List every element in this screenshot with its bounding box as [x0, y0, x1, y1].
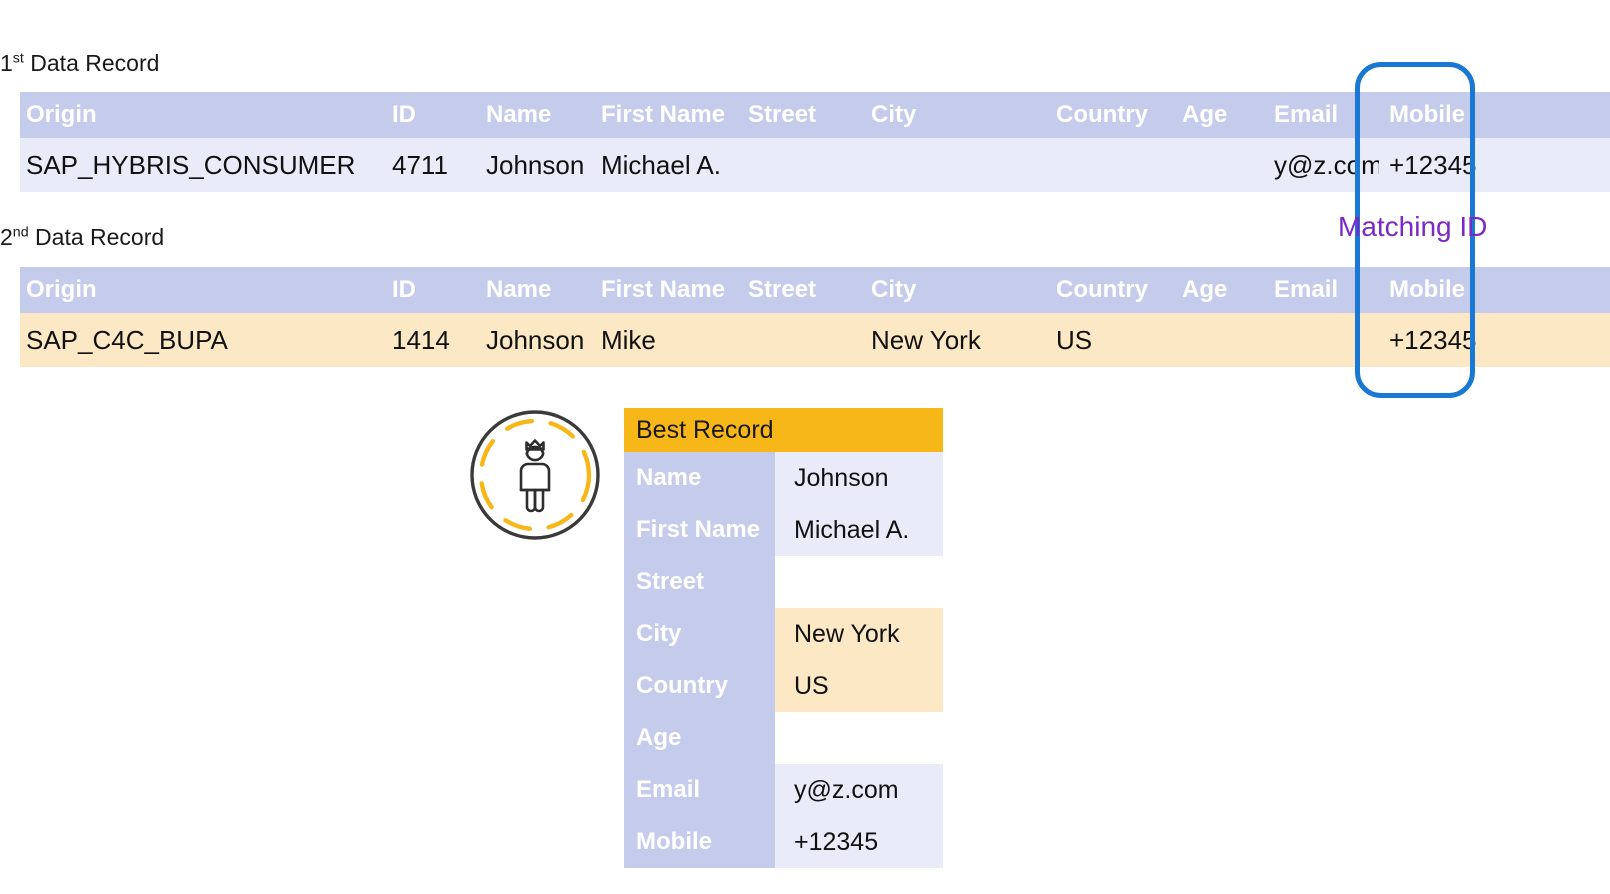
cell-spacer: [1509, 138, 1610, 192]
column-header-country: Country: [1026, 267, 1166, 313]
cell-country: US: [1026, 313, 1166, 367]
best-record-label-age: Age: [624, 712, 775, 764]
column-header-id: ID: [392, 267, 486, 313]
column-header-first-name: First Name: [601, 267, 748, 313]
cell-street: [748, 138, 853, 192]
best-record-title: Best Record: [624, 408, 943, 452]
column-header-country: Country: [1026, 92, 1166, 138]
crowned-person-icon: [468, 408, 602, 542]
column-header-origin: Origin: [20, 92, 392, 138]
best-record-rows: Name Johnson First Name Michael A. Stree…: [624, 452, 943, 868]
best-record-value-name: Johnson: [775, 452, 943, 504]
best-record-value-mobile: +12345: [775, 816, 943, 868]
column-header-street: Street: [748, 267, 853, 313]
column-header-spacer: [1509, 267, 1610, 313]
table-row: SAP_C4C_BUPA 1414 Johnson Mike New York …: [20, 313, 1610, 367]
best-record-label-street: Street: [624, 556, 775, 608]
record-1-caption-ordinal: st: [12, 50, 24, 67]
best-record-label-city: City: [624, 608, 775, 660]
cell-spacer: [1509, 313, 1610, 367]
best-record-label-email: Email: [624, 764, 775, 816]
record-1-table: Origin ID Name First Name Street City Co…: [20, 92, 1610, 192]
record-2-header-row: Origin ID Name First Name Street City Co…: [20, 267, 1610, 313]
best-record-value-first-name: Michael A.: [775, 504, 943, 556]
cell-id: 1414: [392, 313, 486, 367]
cell-id: 4711: [392, 138, 486, 192]
cell-email: y@z.com: [1274, 138, 1379, 192]
record-2-caption-ordinal: nd: [12, 224, 29, 241]
best-record-label-mobile: Mobile: [624, 816, 775, 868]
best-record-value-street: [775, 556, 943, 608]
cell-email: [1274, 313, 1379, 367]
column-header-email: Email: [1274, 92, 1379, 138]
record-1-caption-number: 1: [0, 50, 13, 76]
cell-country: [1026, 138, 1166, 192]
column-header-mobile: Mobile: [1379, 92, 1509, 138]
best-record-label-name: Name: [624, 452, 775, 504]
column-header-mobile: Mobile: [1379, 267, 1509, 313]
column-header-id: ID: [392, 92, 486, 138]
best-record-panel: Best Record Name Johnson First Name Mich…: [624, 408, 943, 868]
best-record-value-city: New York: [775, 608, 943, 660]
best-record-value-email: y@z.com: [775, 764, 943, 816]
cell-first-name: Mike: [601, 313, 748, 367]
record-2-caption-text: Data Record: [28, 224, 165, 250]
column-header-name: Name: [486, 92, 601, 138]
column-header-name: Name: [486, 267, 601, 313]
cell-name: Johnson: [486, 138, 601, 192]
column-header-age: Age: [1166, 92, 1274, 138]
record-1-caption-text: Data Record: [23, 50, 160, 76]
record-2-table: Origin ID Name First Name Street City Co…: [20, 267, 1610, 367]
matching-id-label: Matching ID: [1338, 211, 1488, 242]
cell-age: [1166, 138, 1274, 192]
cell-street: [748, 313, 853, 367]
cell-origin: SAP_C4C_BUPA: [20, 313, 392, 367]
cell-origin: SAP_HYBRIS_CONSUMER: [20, 138, 392, 192]
record-1-caption: 1st Data Record: [0, 50, 160, 76]
column-header-email: Email: [1274, 267, 1379, 313]
cell-city: New York: [853, 313, 1026, 367]
cell-name: Johnson: [486, 313, 601, 367]
column-header-origin: Origin: [20, 267, 392, 313]
record-2-caption: 2nd Data Record: [0, 224, 165, 250]
column-header-first-name: First Name: [601, 92, 748, 138]
table-row: SAP_HYBRIS_CONSUMER 4711 Johnson Michael…: [20, 138, 1610, 192]
cell-age: [1166, 313, 1274, 367]
cell-mobile: +12345: [1379, 313, 1509, 367]
column-header-spacer: [1509, 92, 1610, 138]
record-1-header-row: Origin ID Name First Name Street City Co…: [20, 92, 1610, 138]
best-record-label-country: Country: [624, 660, 775, 712]
best-record-label-first-name: First Name: [624, 504, 775, 556]
column-header-city: City: [853, 267, 1026, 313]
best-record-value-country: US: [775, 660, 943, 712]
column-header-street: Street: [748, 92, 853, 138]
cell-mobile: +12345: [1379, 138, 1509, 192]
record-2-caption-number: 2: [0, 224, 13, 250]
best-record-value-age: [775, 712, 943, 764]
column-header-city: City: [853, 92, 1026, 138]
cell-first-name: Michael A.: [601, 138, 748, 192]
column-header-age: Age: [1166, 267, 1274, 313]
cell-city: [853, 138, 1026, 192]
